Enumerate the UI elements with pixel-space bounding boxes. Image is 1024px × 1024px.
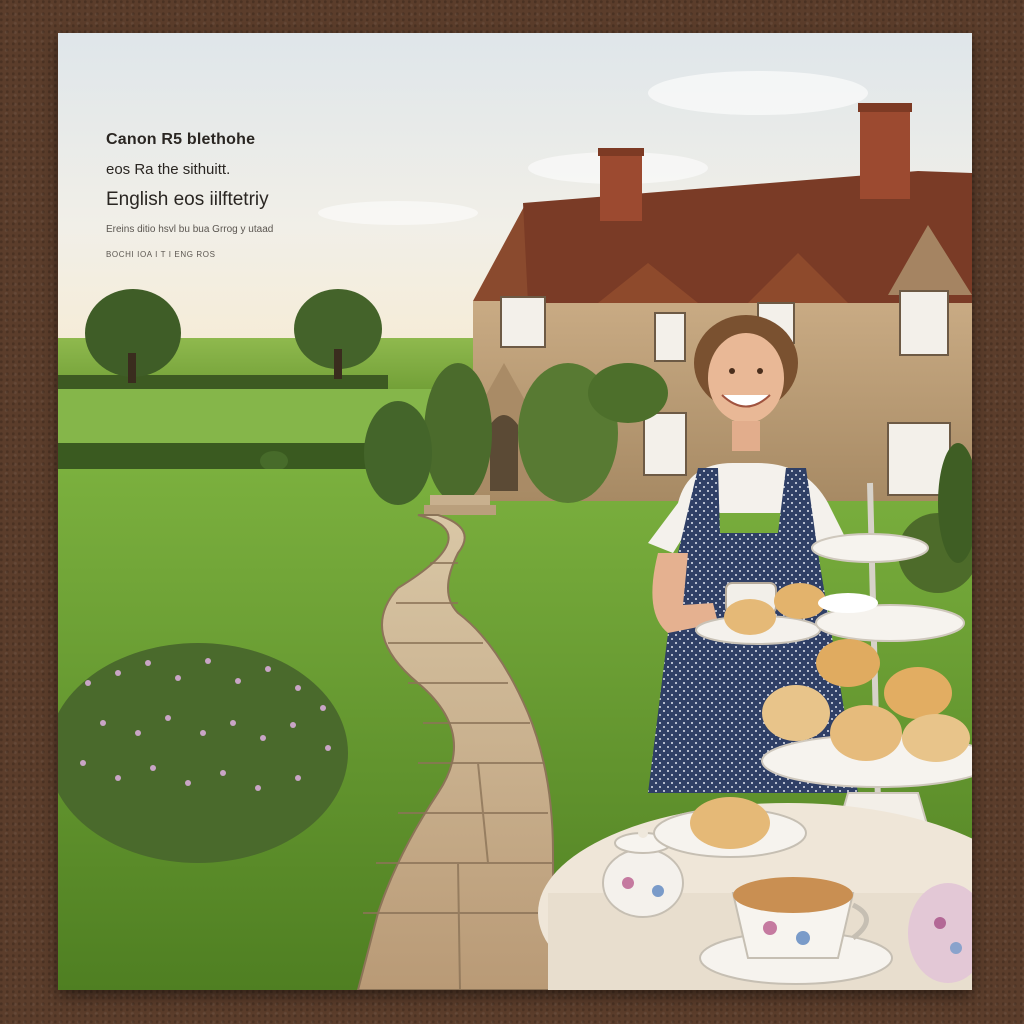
caption-subtitle-line: eos Ra the sithuitt. bbox=[106, 161, 231, 178]
magazine-page: Canon R5 blethohe eos Ra the sithuitt. E… bbox=[58, 33, 972, 990]
caption-description-line: Ereins ditio hsvl bu bua Grrog y utaad bbox=[106, 224, 274, 235]
photo-caption: Canon R5 blethohe eos Ra the sithuitt. E… bbox=[106, 131, 273, 259]
caption-camera-line: Canon R5 blethohe bbox=[106, 131, 256, 148]
caption-credit-line: BOCHI IOA I T I ENG ROS bbox=[106, 250, 216, 259]
caption-title-line: English eos iilftetriy bbox=[106, 189, 269, 210]
